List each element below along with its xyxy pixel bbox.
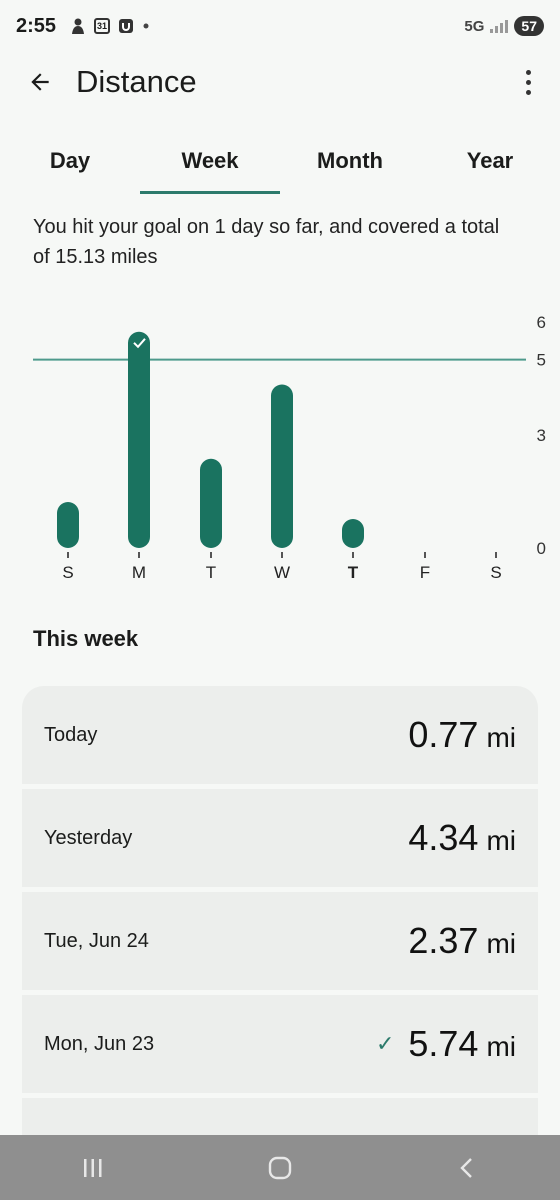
x-tick — [210, 552, 212, 558]
x-tick — [281, 552, 283, 558]
y-tick-label: 0 — [537, 539, 546, 558]
dot-icon — [143, 23, 149, 29]
x-tick — [352, 552, 354, 558]
distance-unit: mi — [486, 722, 516, 753]
back-button[interactable] — [20, 62, 60, 102]
arrow-back-icon — [31, 73, 49, 91]
tab-year[interactable]: Year — [420, 130, 560, 192]
y-tick-label: 5 — [537, 351, 546, 370]
distance-value: 2.37 — [408, 920, 479, 961]
tab-week[interactable]: Week — [140, 130, 280, 194]
x-tick-label: S — [62, 563, 73, 582]
tab-month[interactable]: Month — [280, 130, 420, 192]
status-bar: 2:55 31 5G 57 — [0, 0, 560, 52]
recents-button[interactable] — [63, 1143, 123, 1193]
y-tick-label: 3 — [537, 426, 546, 445]
app-icon — [119, 19, 134, 33]
status-time: 2:55 — [16, 14, 57, 37]
bar-0 — [57, 502, 79, 548]
system-nav-bar — [0, 1135, 560, 1200]
system-back-button[interactable] — [437, 1143, 497, 1193]
list-item-mon-jun-23[interactable]: Mon, Jun 23 ✓ 5.74 mi — [22, 995, 538, 1093]
distance-unit: mi — [486, 825, 516, 856]
goal-check-icon: ✓ — [375, 1031, 395, 1056]
y-tick-label: 6 — [537, 313, 546, 332]
x-tick-label: F — [420, 563, 430, 582]
day-label: Yesterday — [44, 826, 133, 849]
chevron-left-icon — [459, 1157, 472, 1178]
app-bar: Distance — [0, 52, 560, 112]
bar-1 — [128, 331, 150, 548]
bar-3 — [271, 384, 293, 548]
daily-distance-list: Today 0.77 mi Yesterday 4.34 mi Tue, Jun… — [22, 686, 538, 1200]
bar-4 — [342, 518, 364, 548]
period-tabs: Day Week Month Year — [0, 130, 560, 194]
x-tick-label: M — [132, 563, 146, 582]
list-item-today[interactable]: Today 0.77 mi — [22, 686, 538, 784]
distance-unit: mi — [486, 928, 516, 959]
day-distance: 2.37 mi — [408, 920, 516, 962]
home-icon — [268, 1156, 292, 1179]
notification-icons: 31 — [70, 17, 150, 35]
app-notification-icon — [72, 18, 85, 34]
bar-2 — [200, 458, 222, 548]
distance-value: 4.34 — [408, 817, 479, 858]
x-tick-label: W — [274, 563, 290, 582]
day-label: Mon, Jun 23 — [44, 1032, 155, 1055]
page-title: Distance — [76, 64, 197, 99]
day-label: Tue, Jun 24 — [44, 929, 149, 952]
calendar-icon: 31 — [94, 18, 111, 34]
distance-value: 0.77 — [408, 714, 479, 755]
more-vert-icon — [525, 69, 531, 75]
day-distance: 4.34 mi — [408, 817, 516, 859]
section-title: This week — [33, 626, 139, 651]
x-tick — [67, 552, 69, 558]
x-tick — [138, 552, 140, 558]
more-options-button[interactable] — [516, 62, 540, 102]
day-distance: 0.77 mi — [408, 714, 516, 756]
day-distance: ✓ 5.74 mi — [376, 1023, 516, 1065]
x-tick — [424, 552, 426, 558]
day-label: Today — [44, 723, 98, 746]
network-label: 5G — [464, 17, 485, 35]
x-tick — [495, 552, 497, 558]
list-item-yesterday[interactable]: Yesterday 4.34 mi — [22, 789, 538, 887]
distance-value: 5.74 — [408, 1023, 479, 1064]
x-tick-label: T — [206, 563, 216, 582]
tab-day[interactable]: Day — [0, 130, 140, 192]
home-button[interactable] — [250, 1143, 310, 1193]
x-tick-label: S — [490, 563, 501, 582]
weekly-summary: You hit your goal on 1 day so far, and c… — [33, 216, 500, 268]
recents-icon — [84, 1158, 102, 1177]
signal-icon — [490, 19, 509, 33]
distance-unit: mi — [486, 1031, 516, 1062]
battery-indicator: 57 — [514, 16, 544, 36]
list-item-tue-jun-24[interactable]: Tue, Jun 24 2.37 mi — [22, 892, 538, 990]
x-tick-label: T — [348, 563, 359, 582]
weekly-distance-chart: 6 5 3 0 S M T W T F S — [33, 313, 546, 582]
